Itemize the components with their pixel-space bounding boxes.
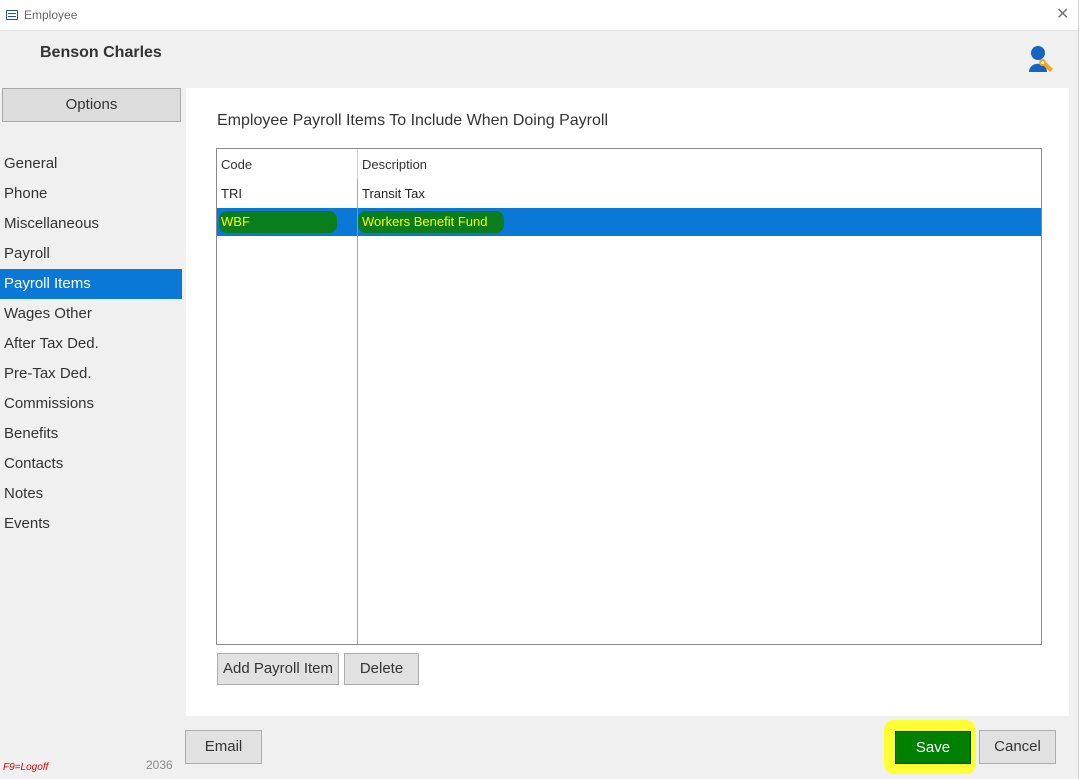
column-header-code[interactable]: Code <box>221 157 252 172</box>
grid-header: Code Description <box>217 149 1041 179</box>
sidebar-item-payroll[interactable]: Payroll <box>0 239 182 269</box>
sidebar-item-notes[interactable]: Notes <box>0 479 182 509</box>
column-divider <box>357 179 358 644</box>
sidebar-item-after-tax-ded[interactable]: After Tax Ded. <box>0 329 182 359</box>
panel-title: Employee Payroll Items To Include When D… <box>217 112 608 129</box>
person-wrench-icon <box>1029 46 1053 72</box>
sidebar-item-phone[interactable]: Phone <box>0 179 182 209</box>
email-button[interactable]: Email <box>185 730 262 764</box>
payroll-items-grid[interactable]: Code Description TRI Transit Tax WBF Wor… <box>216 148 1042 645</box>
cell-code: TRI <box>221 186 242 201</box>
logoff-hint: F9=Logoff <box>3 762 49 773</box>
sidebar-nav: General Phone Miscellaneous Payroll Payr… <box>0 149 182 539</box>
payroll-items-panel: Employee Payroll Items To Include When D… <box>186 88 1069 716</box>
window-icon <box>6 10 18 20</box>
sidebar-item-commissions[interactable]: Commissions <box>0 389 182 419</box>
close-icon[interactable]: ✕ <box>1056 6 1069 24</box>
title-bar: Employee ✕ <box>0 0 1078 31</box>
sidebar-item-contacts[interactable]: Contacts <box>0 449 182 479</box>
save-button[interactable]: Save <box>895 731 971 764</box>
cell-code: WBF <box>221 214 250 229</box>
column-header-description[interactable]: Description <box>362 157 427 172</box>
background-window-edge <box>1078 0 1083 779</box>
employee-name: Benson Charles <box>40 44 162 61</box>
sidebar-item-payroll-items[interactable]: Payroll Items <box>0 269 182 299</box>
column-divider <box>357 208 358 236</box>
sidebar-item-benefits[interactable]: Benefits <box>0 419 182 449</box>
options-button[interactable]: Options <box>2 88 181 122</box>
sidebar-item-general[interactable]: General <box>0 149 182 179</box>
header-divider <box>357 149 358 179</box>
cell-description: Transit Tax <box>362 186 425 201</box>
table-row[interactable]: TRI Transit Tax <box>217 180 1041 208</box>
sidebar-item-events[interactable]: Events <box>0 509 182 539</box>
sidebar-item-miscellaneous[interactable]: Miscellaneous <box>0 209 182 239</box>
cancel-button[interactable]: Cancel <box>979 730 1056 764</box>
delete-button[interactable]: Delete <box>344 653 419 685</box>
version-number: 2036 <box>146 758 173 772</box>
add-payroll-item-button[interactable]: Add Payroll Item <box>217 653 339 685</box>
cell-description: Workers Benefit Fund <box>362 214 488 229</box>
sidebar-item-pre-tax-ded[interactable]: Pre-Tax Ded. <box>0 359 182 389</box>
window-title: Employee <box>24 8 78 22</box>
table-row-selected[interactable]: WBF Workers Benefit Fund <box>217 208 1041 236</box>
sidebar-item-wages-other[interactable]: Wages Other <box>0 299 182 329</box>
